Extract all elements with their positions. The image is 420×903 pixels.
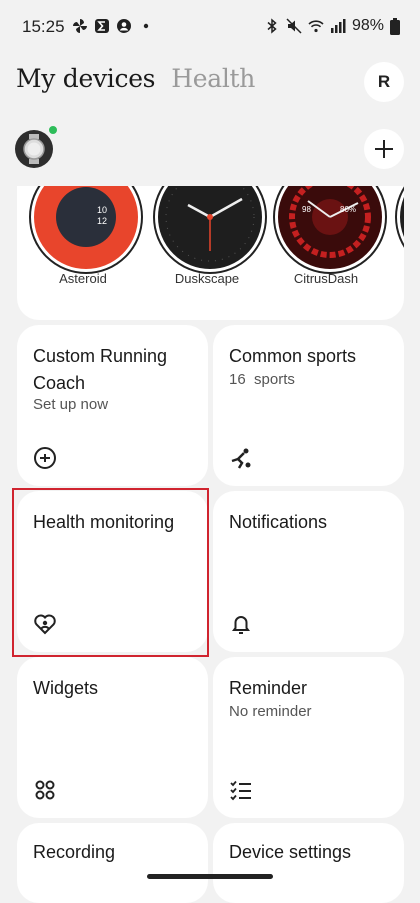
watch-face-partial[interactable] <box>397 186 404 272</box>
notification-icons <box>72 18 154 34</box>
watch-face-label: CitrusDash <box>293 271 359 286</box>
watch-face-citrusdash[interactable]: 98 80% <box>275 186 385 272</box>
card-title: Widgets <box>33 678 99 698</box>
sports-unit: sports <box>254 371 295 388</box>
battery-icon <box>390 17 400 35</box>
card-notifications[interactable]: Notifications <box>213 491 404 652</box>
sports-icon <box>231 448 251 469</box>
home-gesture-bar[interactable] <box>147 874 273 879</box>
online-status-dot <box>48 125 58 135</box>
card-custom-running-coach[interactable]: Custom Running Coach Set up now <box>17 325 208 486</box>
card-title: Custom Running Coach <box>33 346 168 393</box>
status-bar: 15:25 98% <box>0 0 420 56</box>
card-title: Notifications <box>229 512 328 532</box>
card-title: Common sports <box>229 346 357 366</box>
watch-face-duskscape[interactable] <box>155 186 265 272</box>
plus-icon <box>375 140 393 158</box>
card-title: Reminder <box>229 678 308 698</box>
asteroid-time-top: 10 <box>97 205 108 215</box>
citrusdash-right-value: 80% <box>340 205 357 214</box>
avatar-letter: R <box>377 72 391 91</box>
sports-count: 16 <box>229 371 246 388</box>
card-recording[interactable]: Recording <box>17 823 208 903</box>
card-title: Device settings <box>229 842 352 862</box>
profile-avatar-button[interactable]: R <box>364 62 404 102</box>
tab-health[interactable]: Health <box>171 64 255 93</box>
card-subtitle: No reminder <box>229 703 312 720</box>
card-reminder[interactable]: Reminder No reminder <box>213 657 404 818</box>
add-device-button[interactable] <box>364 129 404 169</box>
more-notifications-dot-icon <box>143 23 149 29</box>
watch-faces-carousel[interactable]: 10 12 Asteroid Duskscape 98 80% CitrusDa… <box>17 186 404 320</box>
card-widgets[interactable]: Widgets <box>17 657 208 818</box>
citrusdash-face-graphic <box>289 186 371 258</box>
sigma-app-icon <box>95 19 109 33</box>
bluetooth-icon <box>267 18 277 34</box>
asteroid-time-bottom: 12 <box>97 216 108 226</box>
tab-my-devices[interactable]: My devices <box>16 64 156 93</box>
watch-face-label: Duskscape <box>174 271 240 286</box>
header-tabs: My devices Health <box>16 64 255 93</box>
card-device-settings[interactable]: Device settings <box>213 823 404 903</box>
battery-percent: 98% <box>351 17 384 34</box>
checklist-icon <box>230 780 251 801</box>
wifi-icon <box>308 20 324 33</box>
running-coach-icon <box>34 447 56 469</box>
account-icon <box>117 19 131 33</box>
mute-icon <box>286 18 302 34</box>
duskscape-face-graphic <box>165 186 255 262</box>
watch-icon <box>23 134 45 164</box>
card-subtitle: Set up now <box>33 396 109 413</box>
system-status: 98% <box>264 17 400 35</box>
pinwheel-icon <box>73 19 87 33</box>
connected-watch-thumbnail[interactable] <box>15 130 53 168</box>
asteroid-face-graphic <box>56 187 116 247</box>
card-subtitle: 16 sports <box>229 371 295 388</box>
status-time: 15:25 <box>22 17 65 36</box>
signal-icon <box>330 19 346 33</box>
citrusdash-left-value: 98 <box>302 205 311 214</box>
watch-face-label: Asteroid <box>59 271 107 286</box>
card-title: Recording <box>33 842 116 862</box>
watch-face-asteroid[interactable]: 10 12 <box>31 186 141 272</box>
card-common-sports[interactable]: Common sports 16 sports <box>213 325 404 486</box>
bell-icon <box>232 616 250 634</box>
widgets-icon <box>35 780 55 800</box>
selection-highlight <box>12 488 209 657</box>
